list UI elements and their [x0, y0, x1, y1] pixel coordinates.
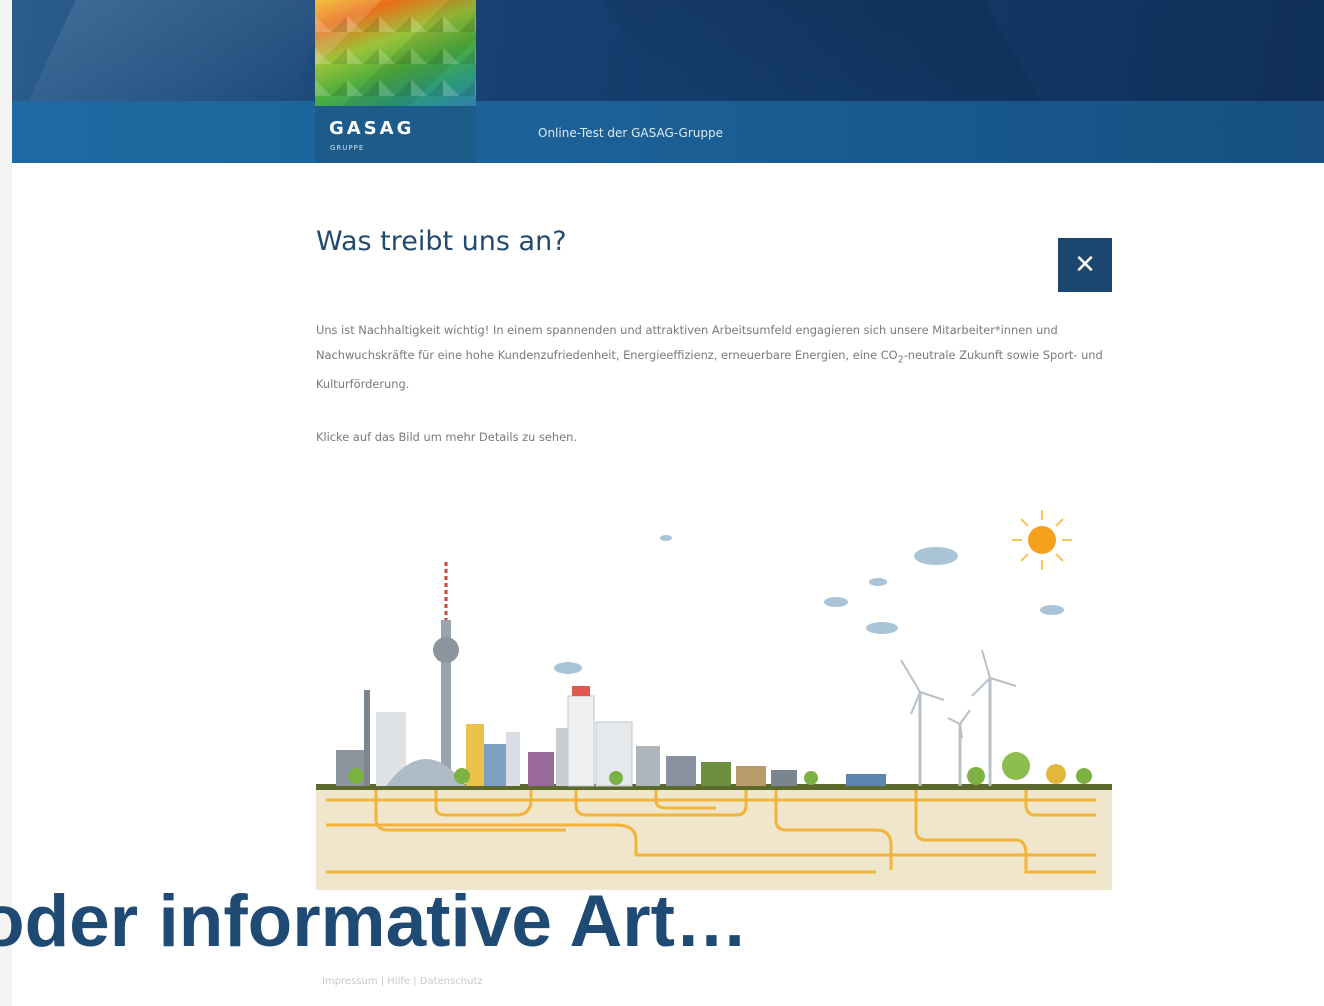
- close-button[interactable]: ✕: [1058, 238, 1112, 292]
- header-title: Online-Test der GASAG-Gruppe: [538, 126, 723, 140]
- city-energy-illustration[interactable]: [316, 500, 1112, 890]
- footer-links[interactable]: Impressum | Hilfe | Datenschutz: [322, 976, 483, 987]
- header-facet: [28, 0, 336, 101]
- intro-paragraph: Uns ist Nachhaltigkeit wichtig! In einem…: [316, 318, 1116, 397]
- sun: [1012, 510, 1072, 570]
- logo-mosaic: [315, 0, 476, 106]
- logo-text: GASAG: [329, 118, 415, 139]
- page-title: Was treibt uns an?: [316, 226, 567, 257]
- logo-subtext: GRUPPE: [330, 144, 365, 152]
- close-x-icon: ✕: [1074, 250, 1096, 280]
- hint-paragraph: Klicke auf das Bild um mehr Details zu s…: [316, 430, 577, 444]
- clouds: [554, 535, 1064, 674]
- tv-tower: [433, 562, 459, 786]
- header-facet: [602, 0, 1042, 101]
- gasag-logo[interactable]: GASAG GRUPPE: [315, 0, 476, 163]
- left-edge-strip: [0, 0, 12, 1006]
- buildings: [336, 686, 886, 787]
- overlay-caption: oder informative Art…: [0, 881, 748, 962]
- wind-turbines: [900, 649, 1017, 786]
